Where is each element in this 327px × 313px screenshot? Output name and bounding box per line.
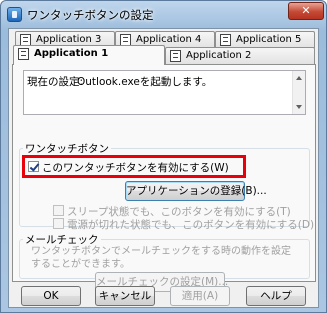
dialog-window: ワンタッチボタンの設定 ✕ Application 3 Application … xyxy=(0,0,327,313)
tab-label: Application 3 xyxy=(36,34,102,45)
tab-label: Application 2 xyxy=(186,50,252,61)
dialog-client: Application 3 Application 4 Application … xyxy=(8,28,319,308)
enable-checkbox[interactable] xyxy=(28,161,39,172)
scroll-up-icon[interactable] xyxy=(296,76,302,80)
current-setting-box[interactable]: 現在の設定: Outlook.exeを起動します。 xyxy=(23,70,306,115)
tab-application-1[interactable]: Application 1 xyxy=(13,45,165,65)
application-icon xyxy=(220,34,231,46)
sleep-checkbox[interactable] xyxy=(53,205,64,216)
title-bar[interactable]: ワンタッチボタンの設定 ✕ xyxy=(1,1,326,28)
help-button[interactable]: ヘルプ xyxy=(246,286,306,306)
mail-description: ワンタッチボタンでメールチェックをする時の動作を設定することができます。 xyxy=(31,246,291,270)
scrollbar[interactable] xyxy=(292,71,305,114)
tab-label: Application 5 xyxy=(236,34,302,45)
register-application-button[interactable]: アプリケーションの登録(B)... xyxy=(125,181,267,201)
close-button[interactable]: ✕ xyxy=(288,2,324,20)
window-title: ワンタッチボタンの設定 xyxy=(27,8,154,22)
app-icon xyxy=(7,7,22,22)
poweroff-checkbox[interactable] xyxy=(53,218,64,229)
tab-application-2[interactable]: Application 2 xyxy=(165,47,315,64)
tab-application-5[interactable]: Application 5 xyxy=(215,31,315,48)
current-setting-label: 現在の設定: xyxy=(27,76,84,88)
cancel-button[interactable]: キャンセル xyxy=(95,286,155,306)
enable-checkbox-label[interactable]: このワンタッチボタンを有効にする(W) xyxy=(42,160,229,175)
tab-label: Application 4 xyxy=(136,34,202,45)
apply-button[interactable]: 適用(A) xyxy=(170,286,230,306)
application-icon xyxy=(170,50,181,62)
current-setting-value: Outlook.exeを起動します。 xyxy=(77,76,213,88)
poweroff-checkbox-label[interactable]: 電源が切れた状態でも、このボタンを有効にする(D) xyxy=(67,217,314,232)
application-icon xyxy=(18,48,29,60)
scroll-down-icon[interactable] xyxy=(296,105,302,109)
ok-button[interactable]: OK xyxy=(21,286,81,306)
tab-panel: 現在の設定: Outlook.exeを起動します。 ワンタッチボタン このワンタ… xyxy=(12,64,316,282)
tab-label: Application 1 xyxy=(34,48,109,59)
onetouch-group-label: ワンタッチボタン xyxy=(23,141,111,156)
